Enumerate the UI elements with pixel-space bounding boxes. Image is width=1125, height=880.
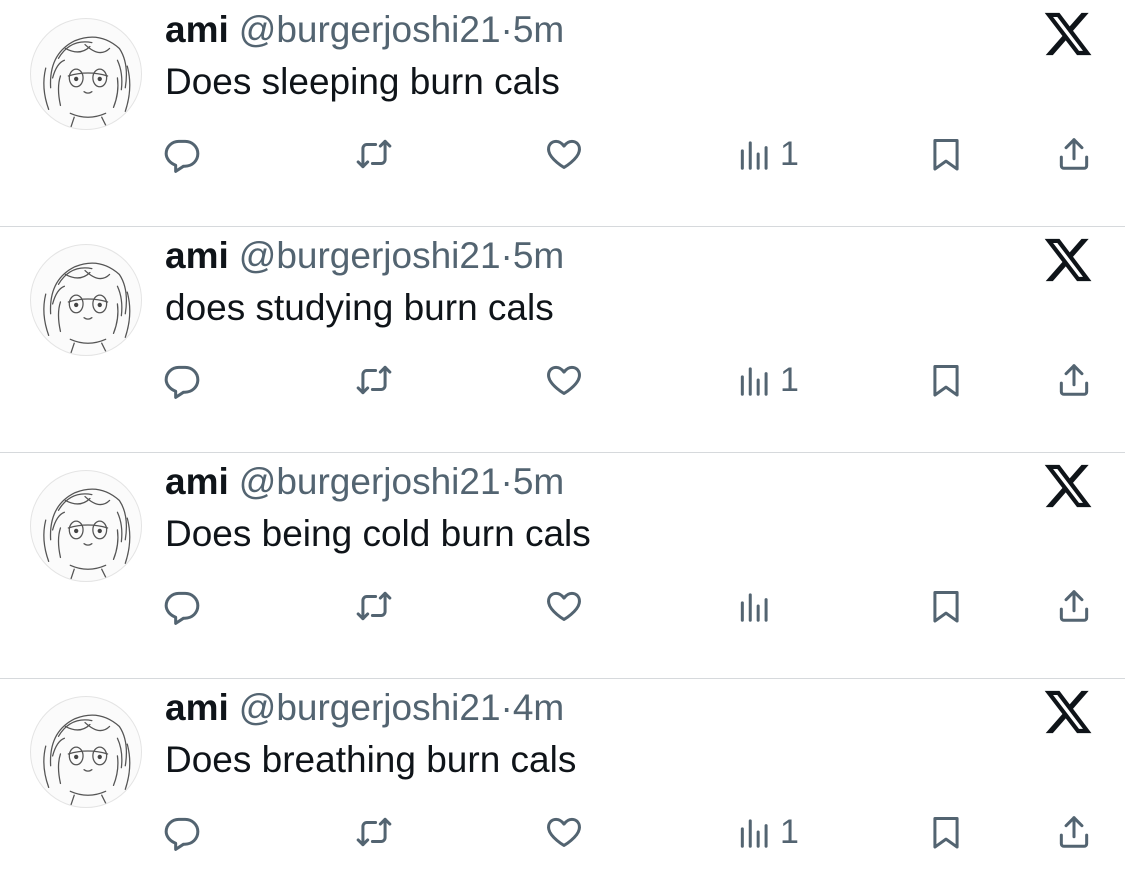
retweet-icon (356, 591, 392, 621)
tweet-text: Does breathing burn cals (165, 739, 577, 780)
timestamp[interactable]: 5m (513, 461, 564, 502)
reply-icon (164, 139, 200, 173)
separator-dot: · (500, 461, 513, 502)
avatar[interactable] (30, 18, 142, 130)
share-button[interactable] (1055, 358, 1093, 402)
tweet-header: ami @burgerjoshi21·4m (165, 686, 564, 730)
retweet-button[interactable] (355, 358, 393, 402)
like-icon (547, 365, 581, 395)
display-name[interactable]: ami (165, 9, 229, 50)
action-bar (0, 584, 1125, 628)
like-button[interactable] (545, 132, 583, 176)
tweet-header: ami @burgerjoshi21·5m (165, 8, 564, 52)
bookmark-button[interactable] (927, 810, 965, 854)
share-icon (1059, 816, 1089, 848)
avatar[interactable] (30, 470, 142, 582)
reply-icon (164, 591, 200, 625)
avatar[interactable] (30, 244, 142, 356)
separator-dot: · (500, 9, 513, 50)
tweet[interactable]: ami @burgerjoshi21·5m does studying burn … (0, 226, 1125, 452)
retweet-icon (356, 139, 392, 169)
reply-icon (164, 365, 200, 399)
action-bar: 1 (0, 810, 1125, 854)
tweet-header: ami @burgerjoshi21·5m (165, 234, 564, 278)
share-button[interactable] (1055, 132, 1093, 176)
views-icon (740, 141, 768, 170)
views-icon (740, 367, 768, 396)
views-icon (740, 819, 768, 848)
tweet-header: ami @burgerjoshi21·5m (165, 460, 564, 504)
user-handle[interactable]: @burgerjoshi21 (239, 235, 501, 276)
share-icon (1059, 590, 1089, 622)
display-name[interactable]: ami (165, 687, 229, 728)
tweet[interactable]: ami @burgerjoshi21·5m Does being cold bur… (0, 452, 1125, 678)
action-bar: 1 (0, 132, 1125, 176)
reply-button[interactable] (163, 358, 201, 402)
user-handle[interactable]: @burgerjoshi21 (239, 9, 501, 50)
like-icon (547, 591, 581, 621)
views-button[interactable]: 1 (736, 132, 799, 176)
tweet-text: Does being cold burn cals (165, 513, 591, 554)
timestamp[interactable]: 4m (513, 687, 564, 728)
views-count: 1 (780, 135, 799, 173)
reply-button[interactable] (163, 132, 201, 176)
like-button[interactable] (545, 810, 583, 854)
bookmark-button[interactable] (927, 132, 965, 176)
tweet-text: Does sleeping burn cals (165, 61, 560, 102)
user-handle[interactable]: @burgerjoshi21 (239, 461, 501, 502)
like-button[interactable] (545, 358, 583, 402)
retweet-button[interactable] (355, 132, 393, 176)
tweet[interactable]: ami @burgerjoshi21·4m Does breathing burn… (0, 678, 1125, 880)
x-logo-icon (1044, 464, 1092, 508)
x-logo-icon (1044, 12, 1092, 56)
like-icon (547, 139, 581, 169)
views-button[interactable]: 1 (736, 810, 799, 854)
tweet-feed: ami @burgerjoshi21·5m Does sleeping burn … (0, 0, 1125, 880)
views-button[interactable] (736, 584, 780, 628)
views-icon (740, 593, 768, 622)
separator-dot: · (500, 235, 513, 276)
bookmark-icon (933, 591, 959, 623)
display-name[interactable]: ami (165, 461, 229, 502)
retweet-button[interactable] (355, 584, 393, 628)
reply-icon (164, 817, 200, 851)
share-button[interactable] (1055, 584, 1093, 628)
retweet-icon (356, 817, 392, 847)
bookmark-button[interactable] (927, 358, 965, 402)
tweet-text: does studying burn cals (165, 287, 554, 328)
reply-button[interactable] (163, 810, 201, 854)
bookmark-icon (933, 817, 959, 849)
bookmark-icon (933, 365, 959, 397)
reply-button[interactable] (163, 584, 201, 628)
bookmark-icon (933, 139, 959, 171)
user-handle[interactable]: @burgerjoshi21 (239, 687, 501, 728)
x-logo-icon (1044, 238, 1092, 282)
action-bar: 1 (0, 358, 1125, 402)
tweet[interactable]: ami @burgerjoshi21·5m Does sleeping burn … (0, 0, 1125, 226)
share-button[interactable] (1055, 810, 1093, 854)
like-button[interactable] (545, 584, 583, 628)
share-icon (1059, 138, 1089, 170)
avatar[interactable] (30, 696, 142, 808)
views-button[interactable]: 1 (736, 358, 799, 402)
timestamp[interactable]: 5m (513, 235, 564, 276)
views-count: 1 (780, 813, 799, 851)
share-icon (1059, 364, 1089, 396)
separator-dot: · (500, 687, 513, 728)
x-logo-icon (1044, 690, 1092, 734)
bookmark-button[interactable] (927, 584, 965, 628)
retweet-icon (356, 365, 392, 395)
timestamp[interactable]: 5m (513, 9, 564, 50)
retweet-button[interactable] (355, 810, 393, 854)
like-icon (547, 817, 581, 847)
display-name[interactable]: ami (165, 235, 229, 276)
views-count: 1 (780, 361, 799, 399)
